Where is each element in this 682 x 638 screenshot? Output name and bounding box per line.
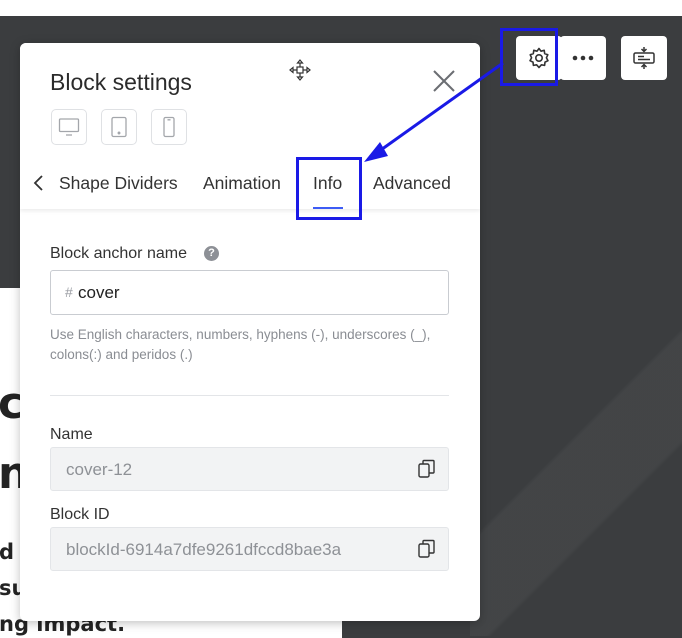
copy-name-icon[interactable] (416, 458, 438, 480)
tab-animation[interactable]: Animation (203, 173, 281, 194)
block-layout-icon (631, 45, 657, 71)
mobile-icon (162, 116, 176, 138)
desktop-view-button[interactable] (51, 109, 87, 145)
block-id-field: blockId-6914a7dfe9261dfccd8bae3a (50, 527, 449, 571)
tab-shape-dividers[interactable]: Shape Dividers (59, 173, 178, 194)
move-icon[interactable] (289, 59, 311, 81)
copy-block-id-icon[interactable] (416, 538, 438, 560)
desktop-icon (58, 117, 80, 137)
tab-advanced[interactable]: Advanced (373, 173, 451, 194)
anchor-name-field[interactable]: # (50, 270, 449, 315)
mobile-view-button[interactable] (151, 109, 187, 145)
anchor-name-label: Block anchor name (50, 245, 187, 262)
tablet-view-button[interactable] (101, 109, 137, 145)
section-divider (50, 395, 449, 396)
block-settings-button[interactable] (516, 36, 562, 80)
settings-tabs: Shape Dividers Animation Info Advanced (20, 161, 480, 209)
name-value: cover-12 (66, 460, 133, 479)
panel-title: Block settings (50, 69, 192, 95)
block-id-label: Block ID (50, 506, 110, 523)
hash-prefix: # (65, 284, 73, 300)
name-label: Name (50, 426, 93, 443)
panel-header: Block settings Shape Dividers Animation … (20, 43, 480, 209)
gear-icon (527, 46, 551, 70)
block-id-value: blockId-6914a7dfe9261dfccd8bae3a (66, 540, 342, 559)
name-field: cover-12 (50, 447, 449, 491)
block-layout-button[interactable] (621, 36, 667, 80)
more-dots-icon (572, 55, 594, 61)
more-options-button[interactable] (560, 36, 606, 80)
block-settings-panel: Block settings Shape Dividers Animation … (20, 43, 480, 621)
anchor-name-input[interactable] (78, 271, 438, 314)
anchor-name-hint: Use English characters, numbers, hyphens… (50, 327, 431, 362)
close-icon[interactable] (430, 67, 458, 95)
help-icon[interactable]: ? (204, 246, 219, 261)
tab-info[interactable]: Info (313, 173, 342, 194)
tabs-scroll-left-icon[interactable] (30, 173, 48, 193)
info-tab-content: Block anchor name ? # Use English charac… (20, 209, 480, 621)
tablet-icon (110, 116, 128, 138)
